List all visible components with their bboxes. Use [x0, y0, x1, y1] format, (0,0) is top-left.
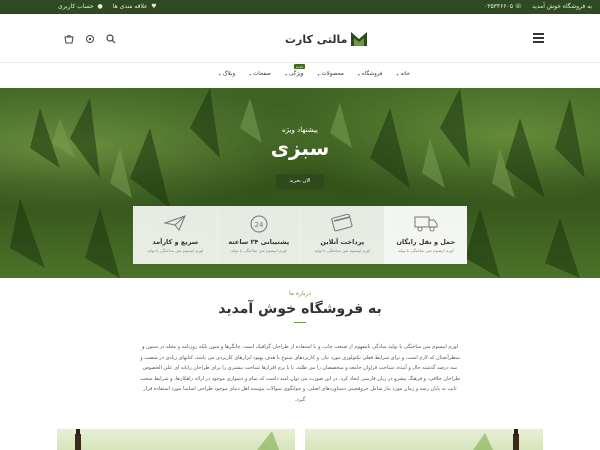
about-title: به فروشگاه خوش آمدید	[218, 301, 382, 317]
truck-icon	[385, 214, 468, 234]
nav-item-blog[interactable]: وبلاگ ▾	[219, 71, 235, 77]
nav-item-features[interactable]: جدید ویژگی ▾	[284, 64, 306, 77]
promo-image-left[interactable]	[57, 429, 295, 450]
chevron-down-icon: ▾	[284, 71, 287, 77]
heart-icon: ♥	[151, 2, 157, 10]
nav-item-products[interactable]: محصولات ▾	[317, 71, 343, 77]
chevron-down-icon: ▾	[218, 71, 221, 77]
hero-subtitle: پیشنهاد ویژه	[282, 126, 318, 134]
nav-label: ویژگی	[289, 71, 304, 77]
feature-desc: لورم ایپسوم متن ساختگی با تولید	[230, 248, 287, 253]
wishlist-label: علاقه مندی ها	[112, 3, 148, 10]
chevron-down-icon: ▾	[357, 71, 360, 77]
phone-icon: ☏	[514, 2, 523, 10]
site-logo[interactable]: مالتی کارت	[285, 32, 368, 46]
features-strip: حمل و نقل رایگان لورم ایپسوم متن ساختگی …	[133, 206, 467, 264]
promo-image-right[interactable]	[305, 429, 543, 450]
feature-desc: لورم ایپسوم متن ساختگی با تولید	[314, 248, 371, 253]
title-divider	[294, 322, 306, 323]
menu-icon[interactable]	[533, 33, 544, 43]
support-24-icon: 24	[218, 214, 301, 234]
logo-mark-icon	[351, 32, 368, 46]
nav-label: فروشگاه	[361, 71, 383, 77]
nav-label: وبلاگ	[222, 71, 236, 77]
header-actions	[63, 33, 116, 44]
wishlist-link[interactable]: ♥ علاقه مندی ها	[113, 3, 157, 10]
phone-number: ۰۳۵۳۴۶۶۰۵	[484, 3, 514, 10]
feature-support[interactable]: 24 پشتیبانی ۲۴ ساعته لورم ایپسوم متن ساخ…	[216, 206, 301, 264]
user-icon: ●	[97, 2, 103, 10]
feature-desc: لورم ایپسوم متن ساختگی با تولید	[397, 248, 454, 253]
paper-plane-icon	[134, 214, 217, 234]
welcome-text: به فروشگاه خوش آمدید	[532, 3, 592, 10]
nav-label: خانه	[400, 71, 410, 77]
about-label: درباره ما	[288, 290, 312, 297]
nav-label: صفحات	[253, 71, 271, 77]
svg-text:24: 24	[254, 221, 263, 229]
new-badge: جدید	[293, 64, 306, 69]
feature-free-shipping[interactable]: حمل و نقل رایگان لورم ایپسوم متن ساختگی …	[383, 206, 468, 264]
feature-online-payment[interactable]: پرداخت آنلاین لورم ایپسوم متن ساختگی با …	[300, 206, 384, 264]
top-bar: به فروشگاه خوش آمدید ☏ ۰۳۵۳۴۶۶۰۵ ♥ علاقه…	[0, 0, 600, 14]
chevron-down-icon: ▾	[396, 71, 399, 77]
cart-icon[interactable]	[63, 33, 74, 44]
bottle-image	[75, 429, 279, 450]
feature-desc: لورم ایپسوم متن ساختگی با تولید	[147, 248, 204, 253]
settings-icon[interactable]	[84, 33, 95, 44]
about-text: لورم ایپسوم متن ساختگی با تولید سادگی نا…	[140, 344, 460, 403]
nav-label: محصولات	[321, 71, 344, 77]
feature-title: پرداخت آنلاین	[320, 238, 365, 246]
account-link[interactable]: ● حساب کاربری	[58, 3, 103, 10]
shop-now-button[interactable]: الان بخرید	[276, 174, 324, 189]
feature-title: پشتیبانی ۲۴ ساعته	[228, 238, 290, 246]
nav-item-shop[interactable]: فروشگاه ▾	[358, 71, 383, 77]
nav-item-home[interactable]: خانه ▾	[396, 71, 410, 77]
main-nav: خانه ▾ فروشگاه ▾ محصولات ▾ جدید ویژگی ▾ صفحا…	[0, 62, 600, 88]
search-icon[interactable]	[105, 33, 116, 44]
account-label: حساب کاربری	[58, 3, 94, 10]
chevron-down-icon: ▾	[317, 71, 320, 77]
hero-title: سبزی	[270, 136, 330, 160]
logo-text: مالتی کارت	[285, 32, 348, 46]
phone-item[interactable]: ☏ ۰۳۵۳۴۶۶۰۵	[484, 3, 522, 10]
feature-title: سریع و کارآمد	[152, 238, 199, 246]
feature-fast[interactable]: سریع و کارآمد لورم ایپسوم متن ساختگی با …	[133, 206, 217, 264]
nav-item-pages[interactable]: صفحات ▾	[249, 71, 271, 77]
feature-title: حمل و نقل رایگان	[396, 238, 456, 246]
chevron-down-icon: ▾	[249, 71, 252, 77]
credit-card-icon	[301, 214, 384, 234]
bottle-image	[473, 429, 519, 450]
